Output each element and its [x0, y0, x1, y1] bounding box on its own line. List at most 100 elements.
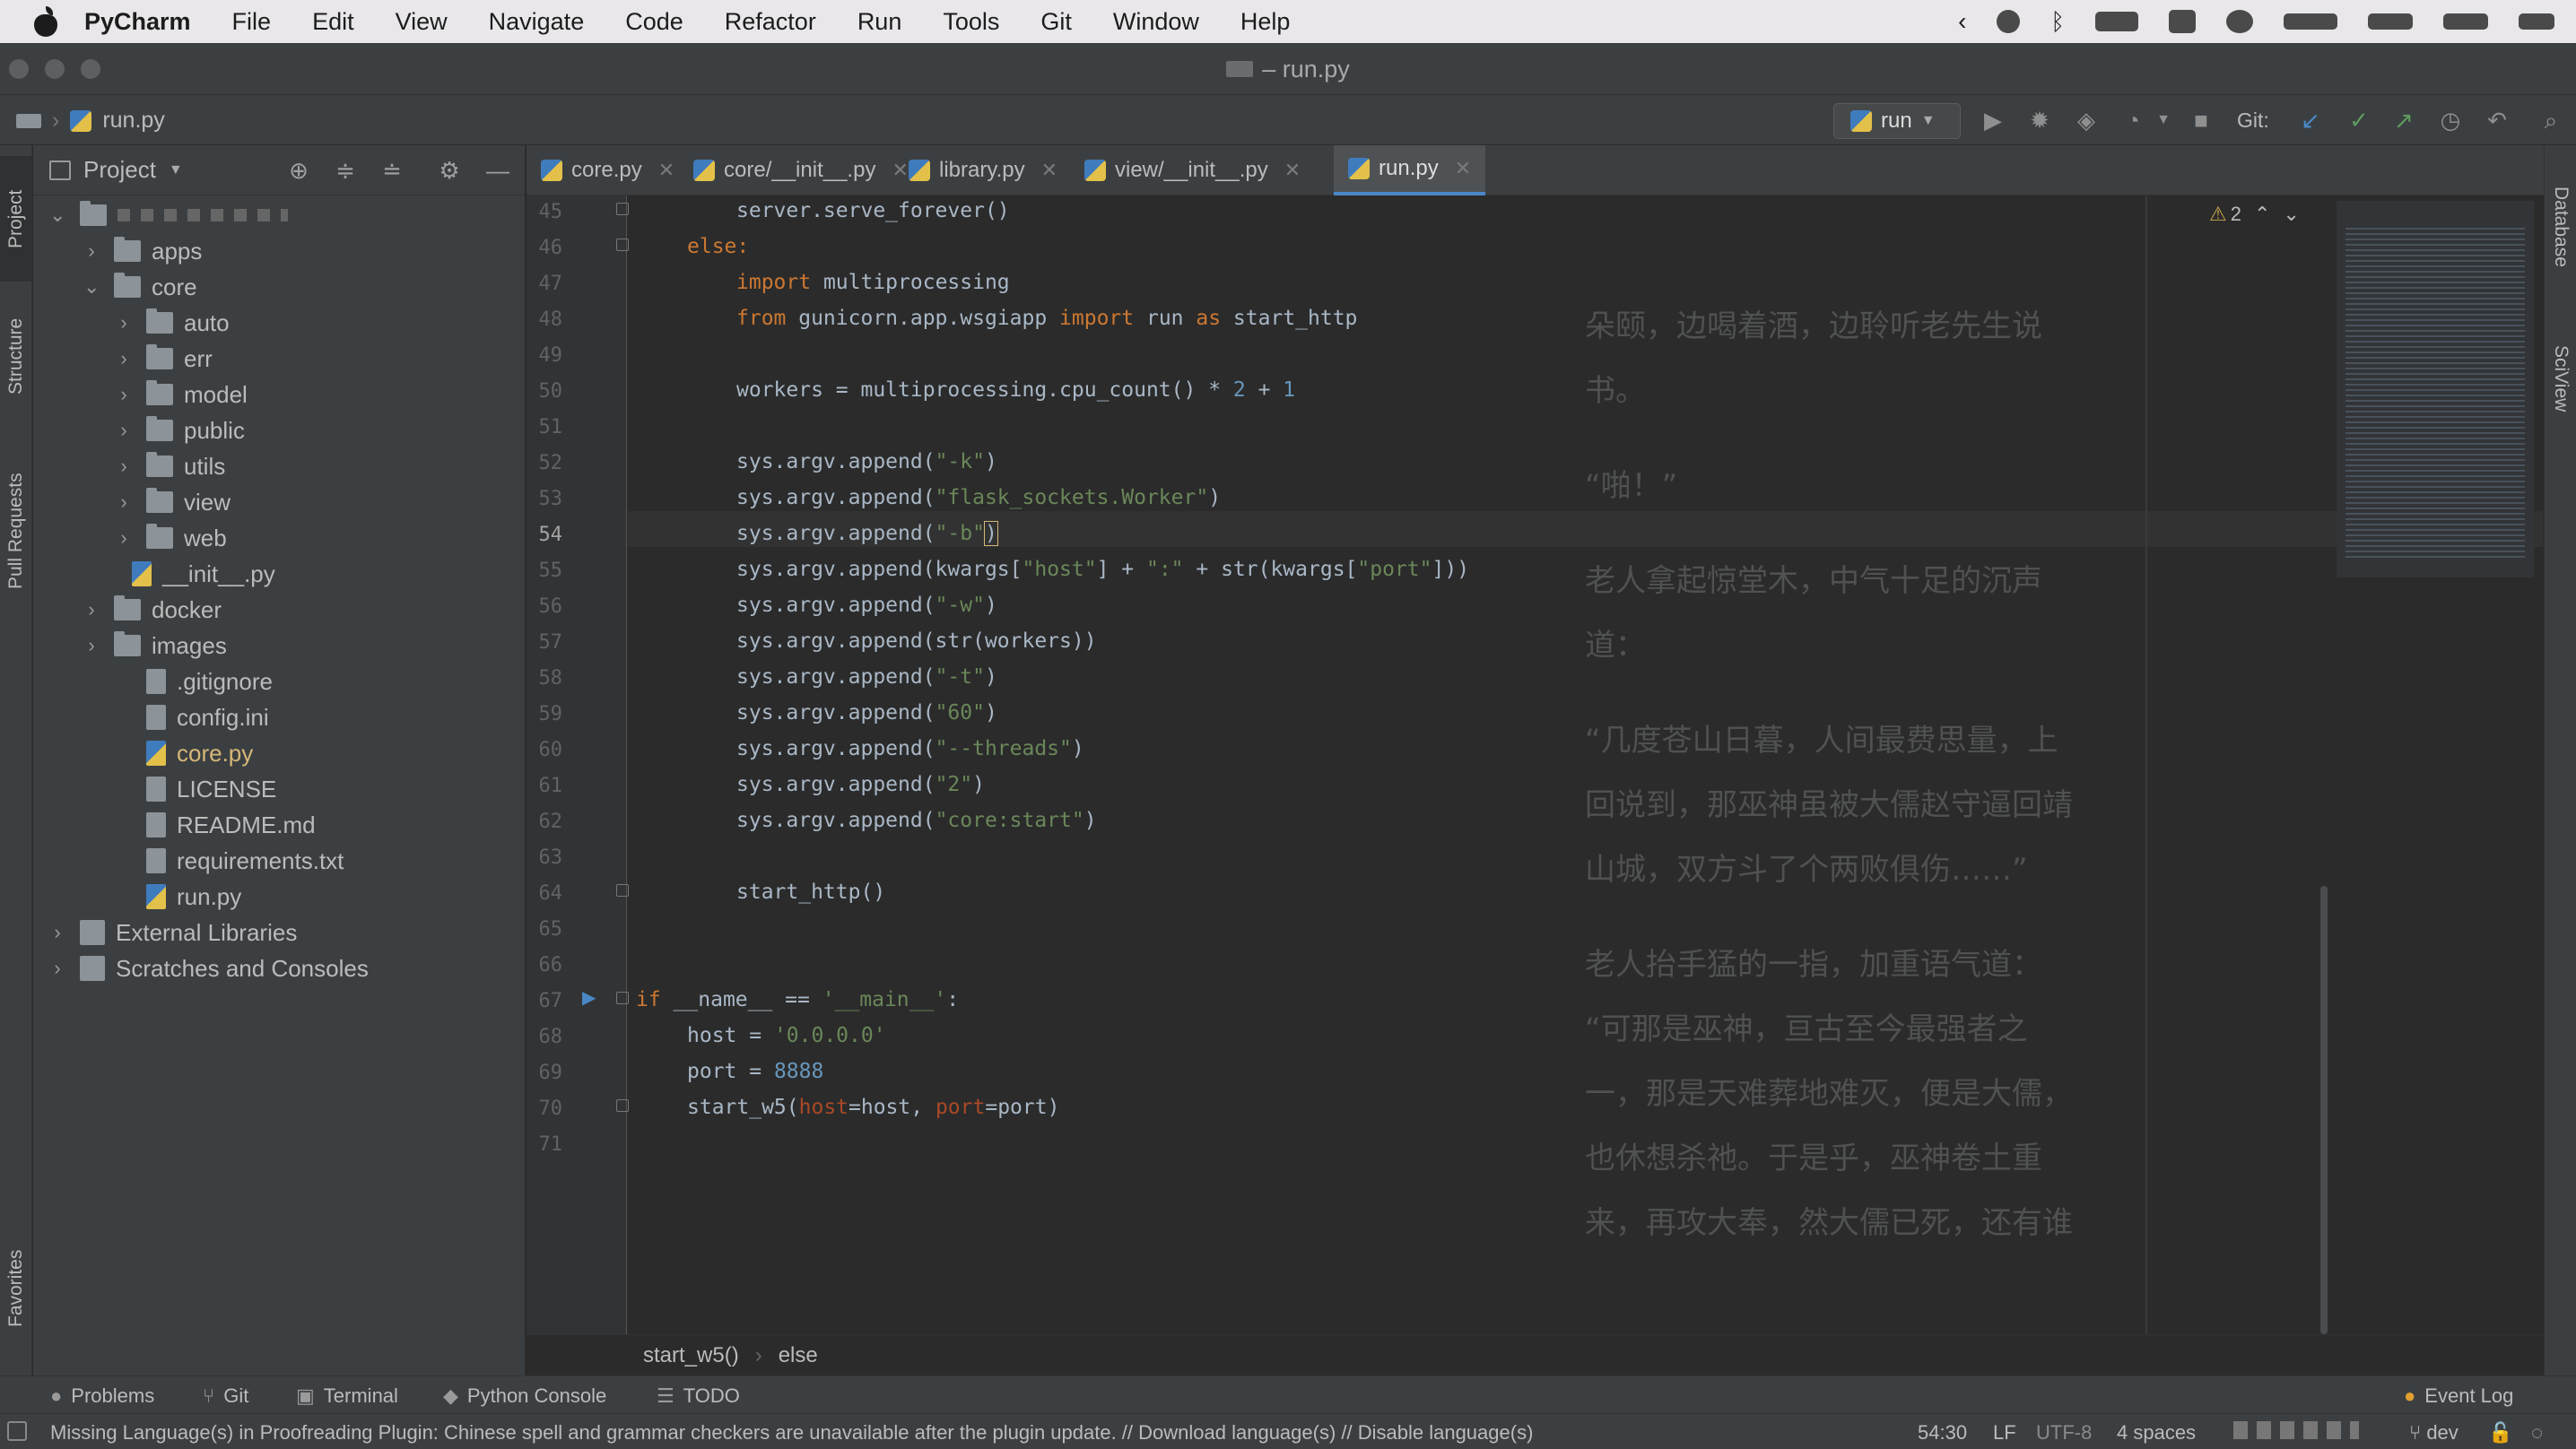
git-branch-widget[interactable]: ⑂ dev [2409, 1421, 2459, 1445]
status-icon[interactable] [1997, 10, 2021, 33]
chevron-right-icon[interactable]: › [116, 347, 132, 370]
git-push-icon[interactable]: ↗ [2391, 108, 2416, 133]
tab-sciview-tool[interactable]: SciView [2545, 316, 2576, 441]
lock-icon[interactable]: 🔓 [2488, 1421, 2512, 1445]
run-icon[interactable]: ▶ [1980, 108, 2006, 133]
chevron-right-icon[interactable]: › [116, 490, 132, 514]
tree-item-view[interactable]: › view [116, 484, 231, 520]
close-icon[interactable]: ✕ [1284, 159, 1301, 182]
chevron-right-icon[interactable]: › [116, 311, 132, 334]
scrollbar-thumb[interactable] [2320, 886, 2328, 1334]
status-icon[interactable] [2519, 13, 2554, 30]
toggle-tool-windows-icon[interactable] [7, 1421, 27, 1441]
status-icon[interactable] [2443, 13, 2488, 30]
fold-marker-icon[interactable] [616, 239, 629, 251]
git-tool-button[interactable]: ⑂ Git [203, 1384, 248, 1408]
fold-marker-icon[interactable] [616, 203, 629, 215]
tab-library-py[interactable]: library.py ✕ [894, 145, 1072, 195]
run-gutter-icon[interactable]: ▶ [582, 986, 596, 1009]
tree-item-apps[interactable]: › apps [83, 233, 202, 269]
menu-window[interactable]: Window [1113, 8, 1199, 36]
collapse-all-icon[interactable]: ≐ [379, 158, 405, 183]
tree-item-requirements-txt[interactable]: requirements.txt [116, 843, 344, 879]
caret-position[interactable]: 54:30 [1918, 1421, 1967, 1445]
menu-help[interactable]: Help [1240, 8, 1291, 36]
event-log-button[interactable]: ● Event Log [2404, 1384, 2513, 1408]
rollback-icon[interactable]: ↶ [2485, 108, 2510, 133]
terminal-tool-button[interactable]: ▣ Terminal [296, 1384, 398, 1408]
menu-file[interactable]: File [232, 8, 272, 36]
menu-view[interactable]: View [396, 8, 448, 36]
user-icon[interactable] [2226, 10, 2253, 33]
status-message[interactable]: Missing Language(s) in Proofreading Plug… [50, 1421, 1898, 1445]
debug-icon[interactable]: ✹ [2027, 108, 2052, 133]
chevron-right-icon[interactable]: › [49, 921, 65, 944]
file-encoding[interactable]: UTF-8 [2036, 1421, 2092, 1445]
chevron-right-icon[interactable]: › [83, 634, 100, 657]
breadcrumb-else[interactable]: else [779, 1343, 818, 1368]
locate-icon[interactable]: ⊕ [286, 158, 311, 183]
tab-pull-requests-tool[interactable]: Pull Requests [0, 441, 32, 620]
chevron-down-icon[interactable]: ⌄ [83, 275, 100, 299]
tree-item-readme-md[interactable]: README.md [116, 807, 316, 843]
line-separator[interactable]: LF [1993, 1421, 2016, 1445]
chevron-down-icon[interactable]: ▼ [169, 162, 183, 178]
tree-item-init-py[interactable]: __init__.py [132, 556, 275, 592]
close-icon[interactable]: ✕ [1041, 159, 1057, 182]
fold-marker-icon[interactable] [616, 884, 629, 897]
chevron-down-icon[interactable]: ⌄ [49, 204, 65, 227]
tree-item-run-py[interactable]: run.py [116, 879, 241, 915]
tab-view-init-py[interactable]: view/__init__.py ✕ [1070, 145, 1315, 195]
coverage-icon[interactable]: ◈ [2074, 108, 2099, 133]
tab-core-init-py[interactable]: core/__init__.py ✕ [679, 145, 923, 195]
project-view-select[interactable]: Project [83, 156, 156, 184]
inspection-widget[interactable]: ⚠ 2 ⌃ ⌄ [2209, 203, 2300, 226]
tree-item-auto[interactable]: › auto [116, 305, 230, 341]
tab-database-tool[interactable]: Database [2545, 160, 2576, 294]
control-center-icon[interactable] [2169, 10, 2196, 33]
app-menu[interactable]: PyCharm [84, 8, 191, 36]
gear-icon[interactable]: ⚙ [437, 158, 462, 183]
tab-run-py[interactable]: run.py ✕ [1334, 145, 1486, 195]
chevron-right-icon[interactable]: › [116, 455, 132, 478]
apple-icon[interactable] [32, 6, 59, 37]
menu-code[interactable]: Code [625, 8, 683, 36]
menu-refactor[interactable]: Refactor [725, 8, 816, 36]
tree-item-license[interactable]: LICENSE [116, 771, 276, 807]
todo-tool-button[interactable]: ☰ TODO [657, 1384, 740, 1408]
problems-tool-button[interactable]: ● Problems [50, 1384, 154, 1408]
tab-core-py[interactable]: core.py ✕ [527, 145, 689, 195]
status-icon[interactable] [2284, 13, 2337, 30]
tree-item-images[interactable]: › images [83, 628, 227, 664]
indent-setting[interactable]: 4 spaces [2117, 1421, 2196, 1445]
nav-breadcrumb[interactable]: › run.py [16, 108, 165, 134]
chevron-up-icon[interactable]: ⌃ [2254, 203, 2270, 226]
git-update-icon[interactable]: ↙ [2298, 108, 2323, 133]
hide-icon[interactable]: — [485, 158, 510, 183]
close-icon[interactable]: ✕ [658, 159, 674, 182]
chevron-right-icon[interactable]: › [83, 239, 100, 263]
menu-git[interactable]: Git [1040, 8, 1072, 36]
bluetooth-icon[interactable]: ᛒ [2050, 8, 2065, 36]
tree-item-core[interactable]: ⌄ core [83, 269, 197, 305]
run-config-select[interactable]: run ▼ [1833, 103, 1961, 139]
tree-item-utils[interactable]: › utils [116, 448, 225, 484]
memory-indicator-icon[interactable]: ◌ [2531, 1421, 2543, 1445]
tree-item-web[interactable]: › web [116, 520, 227, 556]
battery-icon[interactable] [2095, 12, 2138, 31]
tree-item-config-ini[interactable]: config.ini [116, 699, 269, 735]
close-icon[interactable]: ✕ [1455, 157, 1471, 180]
chevron-down-icon[interactable]: ▼ [2151, 108, 2176, 133]
python-console-tool-button[interactable]: ◆ Python Console [443, 1384, 606, 1408]
interpreter-indicator[interactable] [2233, 1421, 2359, 1439]
tree-item-model[interactable]: › model [116, 377, 248, 412]
history-icon[interactable]: ◷ [2438, 108, 2463, 133]
tab-structure-tool[interactable]: Structure [0, 289, 32, 423]
chevron-right-icon[interactable]: › [116, 526, 132, 550]
chevron-down-icon[interactable]: ⌄ [2283, 203, 2299, 226]
code-editor[interactable]: 45 46 47 48 49 50 51 52 53 54 55 56 57 58 59 60 61 62 63 64… [527, 195, 2544, 1334]
tree-item-public[interactable]: › public [116, 412, 245, 448]
tree-item-core-py[interactable]: core.py [116, 735, 253, 771]
fold-marker-icon[interactable] [616, 992, 629, 1004]
project-root[interactable]: ⌄ [49, 197, 288, 233]
